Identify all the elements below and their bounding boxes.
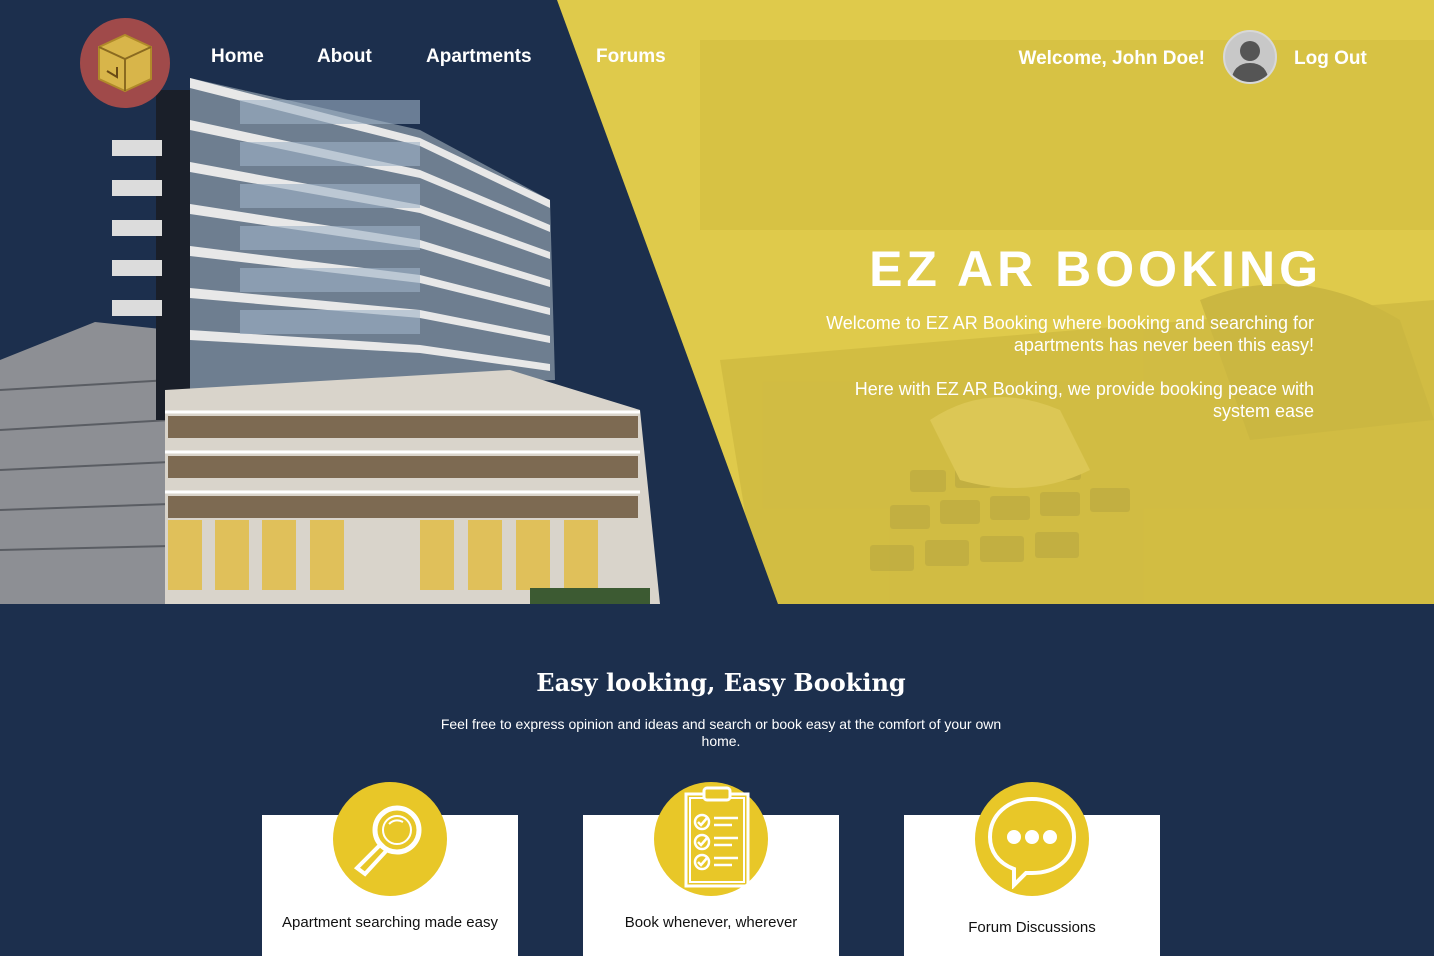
feature-card-label: Forum Discussions xyxy=(968,919,1096,936)
box-logo-icon xyxy=(98,33,152,93)
clipboard-checklist-icon xyxy=(654,782,768,896)
features-subtitle: Feel free to express opinion and ideas a… xyxy=(440,716,1002,749)
nav-home[interactable]: Home xyxy=(211,46,264,68)
nav-apartments[interactable]: Apartments xyxy=(426,46,532,68)
hero-paragraph-intro: Welcome to EZ AR Booking where booking a… xyxy=(826,313,1314,355)
hero-title: EZ AR BOOKING xyxy=(869,241,1322,297)
ez-ar-booking-logo[interactable] xyxy=(80,18,170,108)
hero-banner xyxy=(0,0,1434,604)
user-avatar[interactable] xyxy=(1223,30,1277,84)
welcome-message: Welcome, John Doe! xyxy=(1018,48,1205,69)
feature-card-label: Book whenever, wherever xyxy=(624,914,798,931)
chat-bubble-icon xyxy=(975,782,1089,896)
feature-card-label: Apartment searching made easy xyxy=(282,914,498,931)
nav-forums[interactable]: Forums xyxy=(596,46,666,68)
logout-button[interactable]: Log Out xyxy=(1294,48,1367,70)
nav-about[interactable]: About xyxy=(317,46,372,68)
features-title: Easy looking, Easy Booking xyxy=(536,668,906,697)
magnifier-icon xyxy=(333,782,447,896)
hero-paragraph-tagline: Here with EZ AR Booking, we provide book… xyxy=(854,379,1314,421)
user-silhouette-icon xyxy=(1231,41,1269,82)
apartment-building-image xyxy=(0,78,660,604)
